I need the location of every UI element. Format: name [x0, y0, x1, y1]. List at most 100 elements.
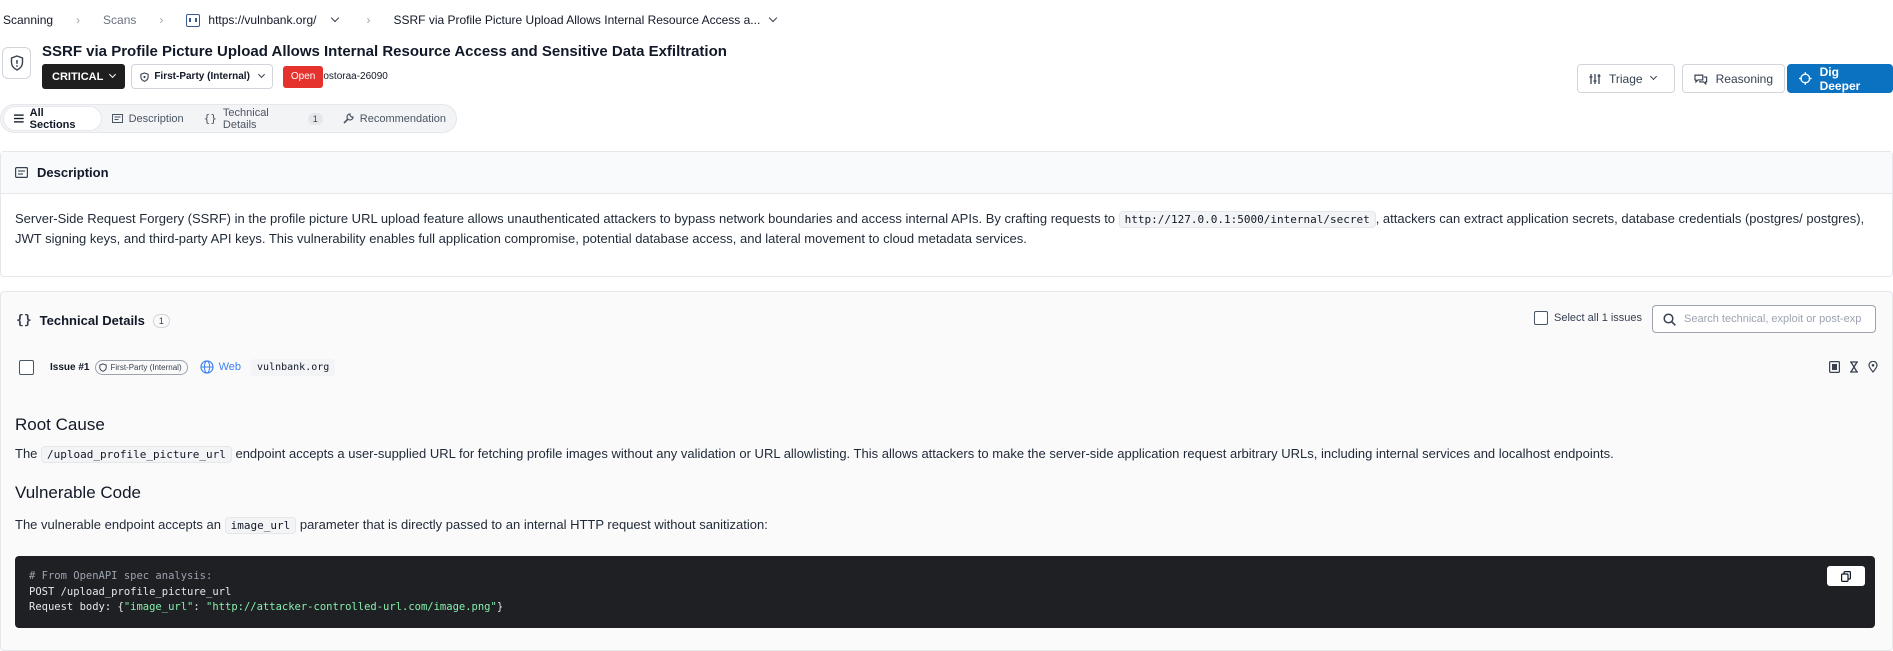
breadcrumb-target-label: https://vulnbank.org/	[208, 13, 317, 27]
bank-icon	[186, 13, 201, 27]
description-header: Description	[1, 152, 1892, 194]
severity-dropdown[interactable]: CRITICAL	[42, 64, 126, 89]
page-title: SSRF via Profile Picture Upload Allows I…	[42, 43, 727, 60]
code-line: POST /upload_profile_picture_url	[29, 585, 232, 598]
issue-type-label: Web	[218, 361, 242, 373]
select-all-label: Select all 1 issues	[1554, 312, 1643, 324]
breadcrumb-scanning[interactable]: Scanning	[3, 13, 53, 27]
vulnerable-code-text: The vulnerable endpoint accepts an image…	[15, 517, 768, 534]
issue-scope-label: First-Party (Internal)	[110, 362, 182, 372]
list-icon	[14, 114, 24, 123]
reasoning-button[interactable]: Reasoning	[1682, 64, 1785, 93]
hourglass-icon[interactable]	[1849, 361, 1859, 373]
chevron-down-icon	[1649, 72, 1657, 81]
description-code: http://127.0.0.1:5000/internal/secret	[1118, 211, 1376, 228]
shield-icon	[140, 71, 149, 82]
tab-all-sections[interactable]: All Sections	[3, 106, 102, 131]
tab-recommendation-label: Recommendation	[359, 112, 446, 125]
breadcrumb-finding[interactable]: SSRF via Profile Picture Upload Allows I…	[393, 13, 778, 27]
chevron-right-icon: ›	[366, 13, 371, 27]
chevron-down-icon	[331, 13, 340, 23]
reasoning-label: Reasoning	[1715, 71, 1773, 86]
section-tabs: All Sections Description {} Technical De…	[0, 104, 457, 133]
wrench-icon	[343, 113, 354, 124]
issue-row: Issue #1 First-Party (Internal) Web vuln…	[1, 349, 1892, 385]
issue-checkbox[interactable]	[19, 359, 34, 375]
globe-icon	[200, 360, 214, 374]
root-cause-text-start: The	[15, 446, 38, 461]
chevron-down-icon	[769, 13, 778, 23]
tab-technical-details-label: Technical Details	[222, 106, 269, 131]
breadcrumb-target[interactable]: https://vulnbank.org/	[186, 13, 340, 27]
root-cause-code: /upload_profile_picture_url	[41, 446, 232, 463]
document-icon	[111, 114, 123, 123]
issue-host: vulnbank.org	[251, 358, 336, 376]
issue-label: Issue #1	[50, 361, 90, 373]
root-cause-heading: Root Cause	[15, 415, 105, 434]
location-pin-icon[interactable]	[1868, 361, 1878, 373]
technical-details-heading: Technical Details	[39, 313, 145, 328]
chevron-down-icon	[257, 70, 265, 79]
vulnerable-code-text-start: The vulnerable endpoint accepts an	[15, 517, 221, 532]
issue-scope-badge: First-Party (Internal)	[95, 359, 188, 375]
tab-description[interactable]: Description	[102, 106, 194, 131]
description-heading: Description	[37, 165, 109, 180]
dig-deeper-button[interactable]: Dig Deeper	[1787, 64, 1893, 93]
status-badge[interactable]: Open	[282, 65, 324, 88]
issue-actions	[1829, 361, 1878, 373]
tab-technical-details[interactable]: {} Technical Details 1	[194, 106, 333, 131]
braces-icon: {}	[203, 112, 217, 125]
description-text-start: Server-Side Request Forgery (SSRF) in th…	[15, 211, 1116, 226]
code-token: }	[496, 601, 504, 613]
chat-bubbles-icon	[1694, 74, 1708, 85]
triage-label: Triage	[1609, 71, 1643, 86]
root-cause-text: The /upload_profile_picture_url endpoint…	[15, 446, 1614, 463]
chevron-right-icon: ›	[159, 13, 164, 27]
technical-count-badge: 1	[152, 313, 170, 328]
breadcrumb-finding-label: SSRF via Profile Picture Upload Allows I…	[393, 13, 761, 27]
vulnerable-code-inline: image_url	[224, 517, 297, 534]
code-line: # From OpenAPI spec analysis:	[29, 570, 213, 582]
dig-deeper-label: Dig Deeper	[1819, 64, 1861, 93]
technical-details-section: {} Technical Details 1 Select all 1 issu…	[0, 291, 1893, 651]
code-line: Request body: {"image_url": "http://atta…	[29, 600, 1861, 616]
breadcrumb-scans[interactable]: Scans	[103, 13, 136, 27]
code-token: "image_url"	[123, 601, 194, 613]
chevron-right-icon: ›	[76, 13, 81, 27]
braces-icon: {}	[16, 313, 32, 328]
triage-button[interactable]: Triage	[1577, 64, 1675, 93]
ticket-id: ostoraa-26090	[323, 71, 388, 82]
scope-label: First-Party (Internal)	[154, 71, 250, 82]
breadcrumb: Scanning › Scans › https://vulnbank.org/…	[0, 0, 1893, 40]
description-section: Description Server-Side Request Forgery …	[0, 151, 1893, 277]
code-token: Request body: {	[29, 601, 124, 613]
select-all-checkbox[interactable]	[1534, 311, 1548, 325]
tab-all-sections-label: All Sections	[29, 106, 76, 131]
copy-icon	[1841, 570, 1851, 582]
chevron-down-icon	[109, 70, 117, 79]
crosshair-icon	[1799, 72, 1812, 85]
description-text: Server-Side Request Forgery (SSRF) in th…	[15, 209, 1875, 248]
code-block: # From OpenAPI spec analysis: POST /uplo…	[15, 556, 1875, 628]
code-token: "http://attacker-controlled-url.com/imag…	[206, 601, 497, 613]
issue-type: Web	[200, 360, 241, 374]
severity-label: CRITICAL	[52, 70, 104, 83]
root-cause-text-end: endpoint accepts a user-supplied URL for…	[235, 446, 1614, 461]
tab-recommendation[interactable]: Recommendation	[333, 106, 456, 131]
select-all-issues[interactable]: Select all 1 issues	[1534, 311, 1642, 325]
tab-description-label: Description	[128, 112, 184, 125]
vulnerable-code-heading: Vulnerable Code	[15, 483, 142, 502]
code-token: :	[193, 601, 207, 613]
technical-search[interactable]	[1652, 305, 1876, 333]
vulnerable-code-text-end: parameter that is directly passed to an …	[299, 517, 768, 532]
shield-icon	[99, 362, 108, 372]
sliders-icon	[1589, 73, 1601, 84]
search-input[interactable]	[1684, 313, 1874, 325]
tab-count-badge: 1	[307, 112, 323, 125]
search-icon	[1663, 312, 1676, 326]
copy-button[interactable]	[1827, 566, 1865, 586]
document-icon	[15, 167, 28, 178]
scope-dropdown[interactable]: First-Party (Internal)	[131, 64, 273, 89]
ticket-icon[interactable]	[1829, 361, 1840, 373]
shield-alert-icon	[2, 47, 31, 79]
